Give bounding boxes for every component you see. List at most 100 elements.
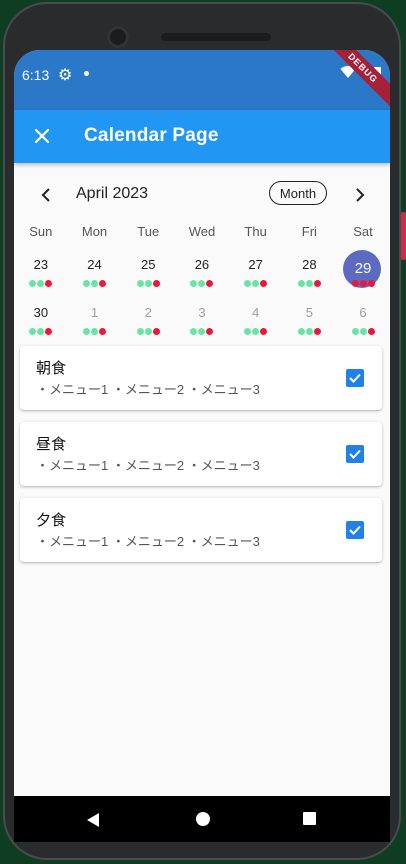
event-marker-dot xyxy=(313,328,321,335)
event-marker-dot xyxy=(29,280,37,287)
meal-checkbox[interactable] xyxy=(346,521,364,539)
event-marker-dot xyxy=(29,328,37,335)
day-number: 27 xyxy=(248,257,263,272)
event-marker-dot xyxy=(367,280,375,287)
calendar-day[interactable]: 30 xyxy=(14,298,68,348)
month-label: April 2023 xyxy=(76,185,149,202)
meal-title: 夕食 xyxy=(36,512,67,529)
event-marker-dot xyxy=(144,280,152,287)
home-icon[interactable] xyxy=(196,812,210,826)
chevron-right-icon xyxy=(356,188,365,202)
event-markers xyxy=(68,328,122,335)
day-number: 25 xyxy=(141,257,156,272)
meal-card[interactable]: 昼食・メニュー1 ・メニュー2 ・メニュー3 xyxy=(20,422,382,486)
event-marker-dot xyxy=(359,328,367,335)
day-number: 23 xyxy=(33,257,49,272)
event-marker-dot xyxy=(244,280,252,287)
event-marker-dot xyxy=(252,280,260,287)
calendar-day[interactable]: 5 xyxy=(283,298,337,348)
day-number: 4 xyxy=(252,305,260,320)
event-marker-dot xyxy=(190,328,198,335)
event-marker-dot xyxy=(367,328,375,335)
event-markers xyxy=(336,280,390,287)
calendar-header: April 2023 Month xyxy=(14,163,390,223)
meal-menu-items: ・メニュー1 ・メニュー2 ・メニュー3 xyxy=(36,458,260,473)
event-marker-dot xyxy=(206,280,214,287)
weekday-label: Fri xyxy=(301,224,317,239)
event-markers xyxy=(175,280,229,287)
status-time: 6:13 xyxy=(22,67,50,83)
event-markers xyxy=(121,328,175,335)
event-marker-dot xyxy=(99,280,107,287)
meal-card[interactable]: 朝食 ・メニュー1 ・メニュー2 ・メニュー3 xyxy=(20,346,382,410)
calendar-day[interactable]: 28 xyxy=(283,250,337,300)
navigation-bar xyxy=(14,796,390,842)
event-marker-dot xyxy=(260,328,268,335)
calendar-day[interactable]: 27 xyxy=(229,250,283,300)
event-marker-dot xyxy=(152,280,160,287)
meal-title: 昼食 xyxy=(36,436,67,453)
settings-gear-icon: ⚙ xyxy=(58,67,73,84)
event-marker-dot xyxy=(152,328,160,335)
event-marker-dot xyxy=(198,328,206,335)
event-marker-dot xyxy=(206,328,214,335)
event-markers xyxy=(14,280,68,287)
weekday-label: Wed xyxy=(188,224,216,239)
event-marker-dot xyxy=(144,328,152,335)
event-markers xyxy=(283,280,337,287)
check-icon xyxy=(349,525,361,535)
weekday-label: Sat xyxy=(353,224,373,239)
side-button xyxy=(401,212,406,260)
event-marker-dot xyxy=(91,280,99,287)
event-marker-dot xyxy=(136,328,144,335)
calendar-day[interactable]: 4 xyxy=(229,298,283,348)
calendar-day[interactable]: 3 xyxy=(175,298,229,348)
day-number: 5 xyxy=(305,305,313,320)
calendar-day[interactable]: 2 xyxy=(121,298,175,348)
event-marker-dot xyxy=(252,328,260,335)
meal-checkbox[interactable] xyxy=(346,445,364,463)
calendar-day[interactable]: 26 xyxy=(175,250,229,300)
previous-month-button[interactable] xyxy=(36,185,56,205)
event-marker-dot xyxy=(45,328,53,335)
calendar-week-row: 30 1 2 3 4 5 6 xyxy=(14,298,390,348)
event-markers xyxy=(175,328,229,335)
check-icon xyxy=(349,373,361,383)
meal-title: 朝食 xyxy=(36,360,67,377)
close-icon xyxy=(34,128,50,144)
day-number: 1 xyxy=(90,305,99,320)
meal-checkbox[interactable] xyxy=(346,369,364,387)
event-marker-dot xyxy=(305,328,313,335)
weekday-label: Thu xyxy=(244,224,267,239)
event-markers xyxy=(229,328,283,335)
calendar-day[interactable]: 25 xyxy=(121,250,175,300)
calendar-day[interactable]: 6 xyxy=(336,298,390,348)
event-marker-dot xyxy=(351,280,359,287)
close-button[interactable] xyxy=(30,124,54,148)
event-marker-dot xyxy=(260,280,268,287)
event-marker-dot xyxy=(37,328,45,335)
back-icon[interactable] xyxy=(86,812,100,828)
screen: 6:13 ⚙ DEBUG Calendar Page April 2023 Mo… xyxy=(14,50,390,796)
event-marker-dot xyxy=(313,280,321,287)
chevron-left-icon xyxy=(41,188,50,202)
calendar-day[interactable]: 1 xyxy=(68,298,122,348)
front-camera xyxy=(107,26,129,48)
calendar-day-selected[interactable]: 29 xyxy=(336,250,390,300)
next-month-button[interactable] xyxy=(350,185,370,205)
app-bar: Calendar Page xyxy=(14,110,390,163)
event-marker-dot xyxy=(244,328,252,335)
day-number: 26 xyxy=(194,257,210,272)
event-marker-dot xyxy=(136,280,144,287)
event-marker-dot xyxy=(37,280,45,287)
calendar-day[interactable]: 23 xyxy=(14,250,68,300)
format-toggle-button[interactable]: Month xyxy=(269,181,327,205)
event-marker-dot xyxy=(297,328,305,335)
recents-icon[interactable] xyxy=(303,812,316,825)
event-marker-dot xyxy=(198,280,206,287)
event-markers xyxy=(14,328,68,335)
meal-card[interactable]: 夕食 ・メニュー1 ・メニュー2 ・メニュー3 xyxy=(20,498,382,562)
event-marker-dot xyxy=(83,280,91,287)
day-number: 2 xyxy=(144,305,152,320)
calendar-day[interactable]: 24 xyxy=(68,250,122,300)
